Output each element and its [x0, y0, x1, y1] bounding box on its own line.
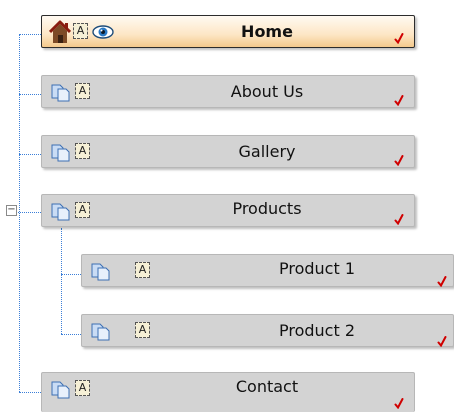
text-icon: A [75, 143, 90, 159]
pages-icon [91, 263, 110, 281]
menu-item-about-us[interactable]: A About Us [41, 75, 415, 108]
text-icon: A [135, 322, 150, 338]
checkmark-icon [394, 398, 404, 409]
text-icon: A [75, 83, 90, 99]
tree-connector-gallery [19, 154, 41, 155]
menu-item-label: Home [241, 22, 293, 41]
text-icon: A [75, 380, 90, 396]
menu-item-product-1[interactable]: A Product 1 [81, 254, 454, 287]
pages-icon [51, 144, 70, 162]
products-collapse-toggle[interactable]: − [6, 205, 17, 216]
text-icon: A [73, 23, 88, 39]
tree-connector-product-2 [61, 334, 81, 335]
menu-item-products[interactable]: A Products [41, 194, 415, 227]
menu-item-home[interactable]: A Home [41, 15, 415, 48]
checkmark-icon [394, 155, 404, 166]
home-icon [49, 20, 71, 43]
menu-item-gallery[interactable]: A Gallery [41, 135, 415, 168]
pages-icon [51, 381, 70, 399]
tree-connector-about [19, 94, 41, 95]
tree-connector-home [19, 34, 41, 35]
menu-item-label: Product 1 [278, 259, 355, 278]
tree-connector-contact [19, 392, 41, 393]
tree-connector-products [15, 212, 41, 213]
menu-item-label: About Us [230, 82, 304, 101]
pages-icon [51, 203, 70, 221]
checkmark-icon [394, 33, 404, 44]
checkmark-icon [394, 214, 404, 225]
menu-item-contact[interactable]: A Contact [41, 372, 415, 412]
eye-icon [92, 25, 114, 39]
text-icon: A [135, 262, 150, 278]
menu-item-label: Product 2 [278, 321, 355, 340]
text-icon: A [75, 202, 90, 218]
checkmark-icon [394, 95, 404, 106]
menu-item-label: Products [232, 199, 302, 218]
menu-item-product-2[interactable]: A Product 2 [81, 314, 454, 347]
checkmark-icon [437, 336, 447, 347]
checkmark-icon [437, 276, 447, 287]
tree-connector-vertical [19, 34, 20, 392]
tree-connector-products-children [61, 228, 62, 334]
pages-icon [51, 84, 70, 102]
tree-connector-product-1 [61, 274, 81, 275]
pages-icon [91, 323, 110, 341]
menu-item-label: Contact [235, 377, 299, 396]
menu-item-label: Gallery [238, 142, 296, 161]
